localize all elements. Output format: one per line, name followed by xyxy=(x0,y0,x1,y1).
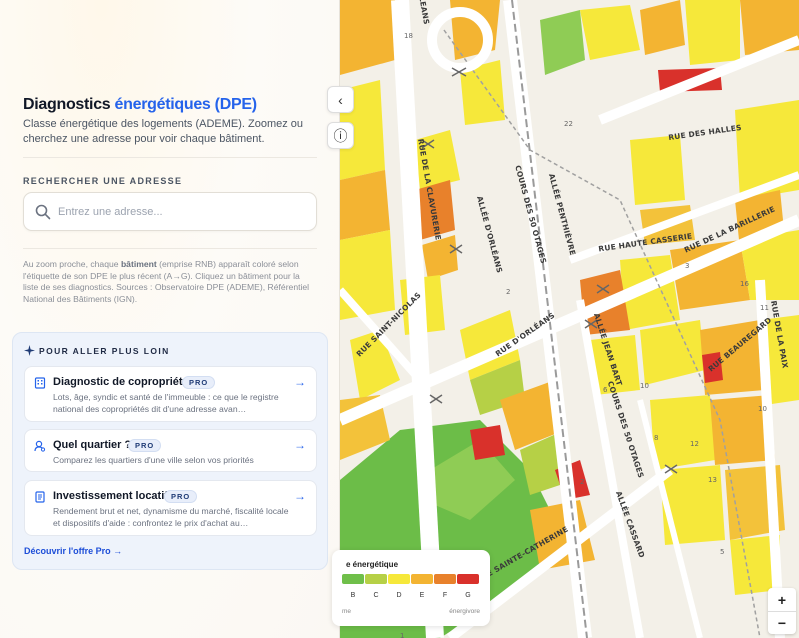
promo-heading-text: POUR ALLER PLUS LOIN xyxy=(39,345,170,356)
house-number: 1 xyxy=(400,632,405,638)
legend-swatch-d xyxy=(388,574,410,584)
house-number: 8 xyxy=(654,434,659,442)
divider xyxy=(23,248,317,249)
dpe-legend: e énergétique B C D E F G me énergivore xyxy=(332,550,490,626)
building-class-d xyxy=(630,135,685,205)
search-input[interactable] xyxy=(58,193,308,230)
building-class-d xyxy=(580,5,640,60)
pro-badge: PRO xyxy=(128,439,162,452)
building-class-d xyxy=(685,0,740,65)
legend-title: e énergétique xyxy=(346,560,399,569)
page-title: Diagnostics énergétiques (DPE) xyxy=(23,96,257,114)
search-section-label: RECHERCHER UNE ADRESSE xyxy=(23,176,183,186)
legend-low-label: me xyxy=(342,608,352,615)
info-text: Au zoom proche, chaque bâtiment (emprise… xyxy=(23,259,317,305)
chevron-left-icon: ‹ xyxy=(338,91,343,108)
card-quartier[interactable]: Quel quartier ? PRO Comparez les quartie… xyxy=(24,429,317,472)
title-accent: énergétiques (DPE) xyxy=(114,96,257,113)
pro-promo-panel: POUR ALLER PLUS LOIN Diagnostic de copro… xyxy=(12,332,328,570)
building-icon xyxy=(34,377,46,389)
building-class-d xyxy=(650,395,715,470)
house-number: 10 xyxy=(640,382,649,390)
building-class-e xyxy=(340,170,390,240)
house-number: 3 xyxy=(685,262,690,270)
legend-letter: B xyxy=(350,592,356,599)
legend-swatch-b xyxy=(342,574,364,584)
info-button[interactable]: ⓘ xyxy=(327,122,354,149)
card-description: Comparez les quartiers d'une ville selon… xyxy=(53,455,254,465)
legend-letter: G xyxy=(465,592,471,599)
title-main: Diagnostics xyxy=(23,96,111,113)
card-title: Investissement locatif xyxy=(53,490,168,502)
arrow-right-icon: → xyxy=(294,375,306,389)
card-title: Quel quartier ? xyxy=(53,439,132,451)
zoom-out-button[interactable]: − xyxy=(768,611,796,634)
pro-badge: PRO xyxy=(182,376,216,389)
house-number: 13 xyxy=(708,476,717,484)
zoom-in-button[interactable]: + xyxy=(768,588,796,611)
map-canvas[interactable] xyxy=(340,0,799,638)
dpe-map[interactable]: RUE DES HALLES RUE DE LA BARILLERIE RUE … xyxy=(340,0,799,638)
card-description: Rendement brut et net, dynamisme du marc… xyxy=(53,506,289,528)
document-icon xyxy=(35,491,45,503)
search-icon xyxy=(35,204,51,220)
legend-color-bars xyxy=(342,574,479,584)
collapse-panel-button[interactable]: ‹ xyxy=(327,86,354,113)
card-investissement[interactable]: Investissement locatif PRO Rendement bru… xyxy=(24,480,317,536)
house-number: 22 xyxy=(564,120,573,128)
info-bold: bâtiment xyxy=(120,259,157,269)
promo-heading: POUR ALLER PLUS LOIN xyxy=(24,345,170,356)
building-class-d xyxy=(340,230,395,320)
sidebar-panel: Diagnostics énergétiques (DPE) Classe én… xyxy=(0,0,340,638)
legend-swatch-e xyxy=(411,574,433,584)
card-copropriete[interactable]: Diagnostic de copropriété PRO Lots, âge,… xyxy=(24,366,317,422)
legend-swatch-f xyxy=(434,574,456,584)
house-number: 2 xyxy=(506,288,511,296)
house-number: 11 xyxy=(760,304,769,312)
legend-letter: E xyxy=(419,592,425,599)
discover-pro-link[interactable]: Découvrir l'offre Pro → xyxy=(24,546,122,556)
legend-letter: D xyxy=(396,592,402,599)
legend-swatch-g xyxy=(457,574,479,584)
sparkle-icon xyxy=(24,345,35,356)
house-number: 2 xyxy=(580,478,585,486)
house-number: 12 xyxy=(690,440,699,448)
building-class-g xyxy=(470,425,505,460)
card-title: Diagnostic de copropriété xyxy=(53,376,189,388)
legend-letter: C xyxy=(373,592,379,599)
legend-high-label: énergivore xyxy=(449,608,480,615)
info-prefix: Au zoom proche, chaque xyxy=(23,259,119,269)
zoom-control: + − xyxy=(768,588,796,634)
user-search-icon xyxy=(34,440,46,452)
info-icon: ⓘ xyxy=(333,127,348,144)
page-subtitle: Classe énergétique des logements (ADEME)… xyxy=(23,118,304,145)
house-number: 18 xyxy=(404,32,413,40)
house-number: 16 xyxy=(740,280,749,288)
legend-letters: B C D E F G xyxy=(342,592,479,599)
house-number: 5 xyxy=(720,548,725,556)
pro-badge: PRO xyxy=(164,490,198,503)
search-box[interactable] xyxy=(23,192,317,231)
arrow-right-icon: → xyxy=(294,489,306,503)
house-number: 10 xyxy=(758,405,767,413)
divider xyxy=(23,157,317,158)
legend-swatch-c xyxy=(365,574,387,584)
house-number: 6 xyxy=(603,386,608,394)
legend-letter: F xyxy=(442,592,448,599)
arrow-right-icon: → xyxy=(294,438,306,452)
card-description: Lots, âge, syndic et santé de l'immeuble… xyxy=(53,392,279,414)
